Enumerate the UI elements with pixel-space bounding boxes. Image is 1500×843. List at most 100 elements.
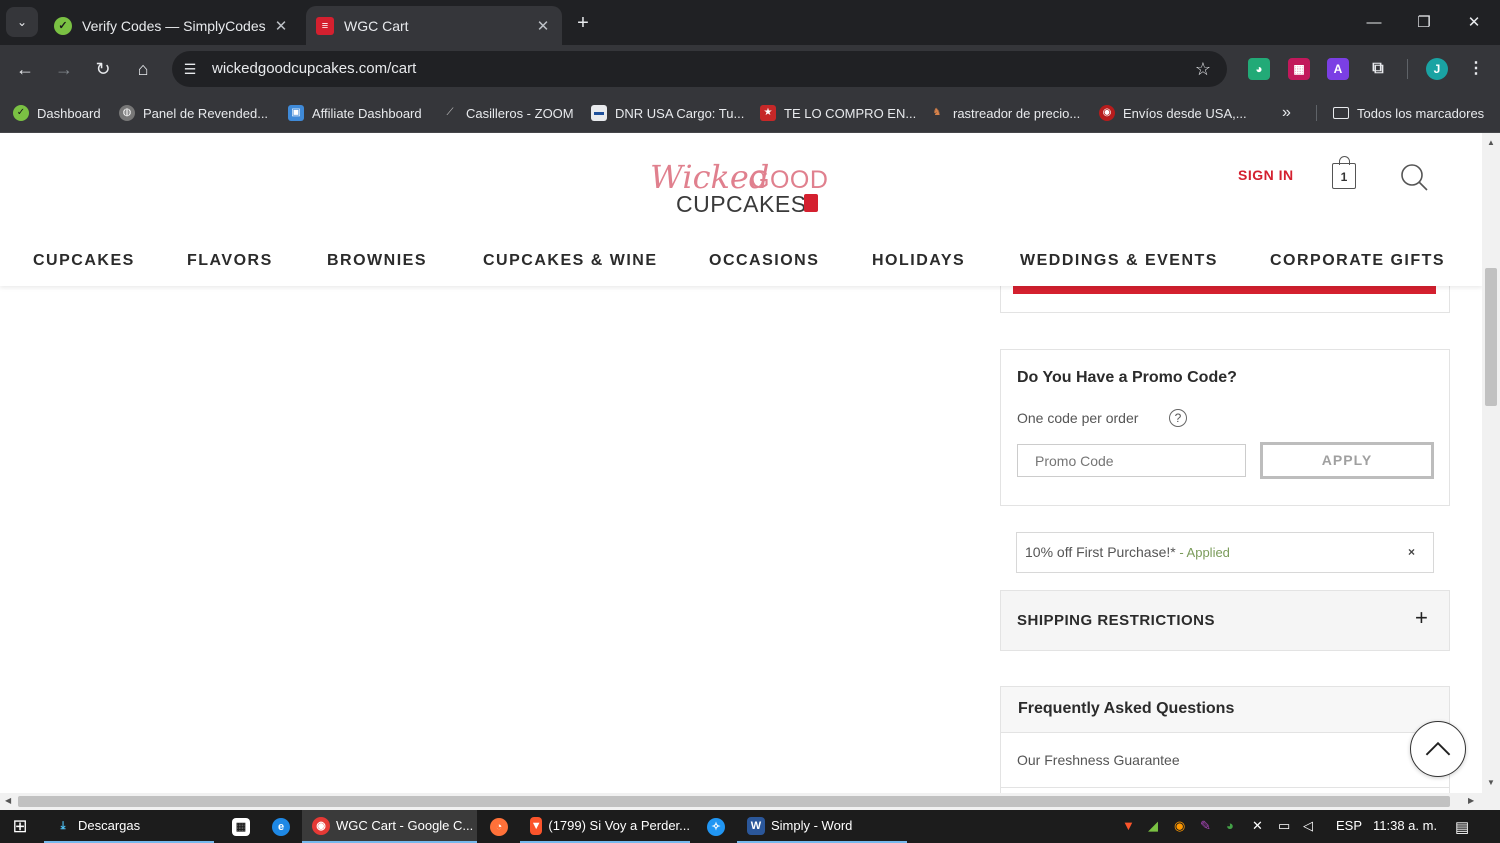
apply-button[interactable]: APPLY xyxy=(1260,442,1434,479)
tray-volume-icon[interactable]: ◁ xyxy=(1303,818,1313,834)
search-icon[interactable] xyxy=(1400,163,1428,191)
taskbar-safari-icon[interactable]: ✧ xyxy=(697,810,733,843)
tray-signal-icon[interactable]: ◢ xyxy=(1148,818,1158,834)
address-bar[interactable]: ☰ wickedgoodcupcakes.com/cart ☆ xyxy=(172,51,1227,87)
nav-occasions[interactable]: OCCASIONS xyxy=(709,252,819,270)
site-info-icon[interactable]: ☰ xyxy=(180,59,200,79)
bookmarks-overflow-icon[interactable]: » xyxy=(1282,101,1291,125)
tray-network-x-icon[interactable]: ✕ xyxy=(1252,818,1263,834)
toolbar-divider xyxy=(1407,59,1408,79)
usa-flag-icon: ★ xyxy=(760,105,776,121)
bookmark-envios-usa[interactable]: ◉ Envíos desde USA,... xyxy=(1099,101,1247,125)
cart-bag-icon[interactable]: 1 xyxy=(1332,156,1356,189)
expand-plus-icon[interactable]: + xyxy=(1415,605,1428,631)
close-window-icon[interactable]: ✕ xyxy=(1451,8,1497,38)
promo-subtitle: One code per order xyxy=(1017,410,1139,426)
simplycodes-favicon-icon: ✓ xyxy=(54,16,72,35)
bookmark-label: TE LO COMPRO EN... xyxy=(784,105,917,121)
taskbar-edge-icon[interactable]: e xyxy=(262,810,298,843)
tray-google-icon[interactable]: ◕ xyxy=(1226,818,1234,833)
scroll-down-icon[interactable]: ▼ xyxy=(1486,778,1496,787)
browser-menu-icon[interactable]: ⋮ xyxy=(1465,58,1487,80)
nav-brownies[interactable]: BROWNIES xyxy=(327,252,427,270)
tray-orange-icon[interactable]: ◉ xyxy=(1174,818,1185,834)
restore-window-icon[interactable]: ❐ xyxy=(1401,8,1447,38)
tray-brave-icon[interactable]: ▼ xyxy=(1122,818,1135,833)
url-text[interactable]: wickedgoodcupcakes.com/cart xyxy=(212,51,416,87)
logo-cupcakes: CUPCAKES xyxy=(676,191,807,217)
sign-in-link[interactable]: SIGN IN xyxy=(1238,167,1294,183)
vertical-scroll-thumb[interactable] xyxy=(1485,268,1497,406)
camel-icon: ♞ xyxy=(932,107,942,118)
bookmark-star-icon[interactable]: ☆ xyxy=(1191,57,1215,81)
tab-search-dropdown-icon[interactable]: ⌄ xyxy=(6,7,38,37)
back-icon[interactable]: ← xyxy=(10,54,40,84)
tray-display-icon[interactable]: ▭ xyxy=(1278,818,1290,834)
folder-icon xyxy=(1333,107,1349,119)
bookmarks-bar: ✓ Dashboard ◍ Panel de Revended... ▣ Aff… xyxy=(0,93,1500,133)
extensions-puzzle-icon[interactable]: ⧉ xyxy=(1367,58,1389,80)
remove-code-icon[interactable]: × xyxy=(1408,545,1415,559)
back-to-top-button[interactable] xyxy=(1410,721,1466,777)
taskbar-word[interactable]: W Simply - Word xyxy=(737,810,907,843)
all-bookmarks-folder[interactable]: Todos los marcadores xyxy=(1333,101,1484,125)
taskbar-label: Simply - Word xyxy=(771,818,853,833)
reload-icon[interactable]: ↻ xyxy=(88,54,118,84)
bookmark-label: Affiliate Dashboard xyxy=(312,105,422,121)
bookmark-te-lo-compro[interactable]: ★ TE LO COMPRO EN... xyxy=(760,101,916,125)
word-icon: W xyxy=(747,816,765,835)
nav-weddings-events[interactable]: WEDDINGS & EVENTS xyxy=(1020,252,1218,270)
faq-item-freshness[interactable]: Our Freshness Guarantee xyxy=(1017,752,1180,768)
tray-feather-icon[interactable]: ✎ xyxy=(1200,818,1211,834)
extension-google-icon[interactable]: ◕ xyxy=(1248,58,1270,80)
nav-corporate-gifts[interactable]: CORPORATE GIFTS xyxy=(1270,252,1445,270)
applied-status: Applied xyxy=(1186,545,1230,560)
bookmark-rastreador[interactable]: ♞ rastreador de precio... xyxy=(929,101,1081,125)
nav-flavors[interactable]: FLAVORS xyxy=(187,252,273,270)
chrome-icon: ◉ xyxy=(312,816,330,835)
tab-wgc-cart[interactable]: ≡ WGC Cart ✕ xyxy=(306,6,562,45)
home-icon[interactable]: ⌂ xyxy=(128,54,158,84)
cart-count: 1 xyxy=(1340,170,1348,184)
bookmark-casilleros-zoom[interactable]: ⟋ Casilleros - ZOOM xyxy=(442,101,574,125)
tray-language[interactable]: ESP xyxy=(1336,818,1362,833)
minimize-window-icon[interactable]: — xyxy=(1351,8,1397,38)
extension-a-icon[interactable]: A xyxy=(1327,58,1349,80)
site-header: Wicked GOOD CUPCAKES SIGN IN 1 CUPCAKES … xyxy=(0,133,1482,286)
nav-cupcakes-wine[interactable]: CUPCAKES & WINE xyxy=(483,252,658,270)
shipping-restrictions-title: SHIPPING RESTRICTIONS xyxy=(1017,612,1216,629)
profile-avatar[interactable]: J xyxy=(1426,58,1448,80)
new-tab-icon[interactable]: + xyxy=(570,10,596,36)
bookmark-dnr-usa-cargo[interactable]: ▬ DNR USA Cargo: Tu... xyxy=(591,101,744,125)
taskbar-firefox-icon[interactable]: ◔ xyxy=(480,810,516,843)
taskbar-downloads[interactable]: ⤓ Descargas xyxy=(44,810,214,843)
windows-start-icon[interactable]: ⊞ xyxy=(0,810,40,843)
notifications-icon[interactable]: ▤ xyxy=(1455,818,1469,836)
scroll-up-icon[interactable]: ▲ xyxy=(1486,138,1496,147)
wicked-good-cupcakes-logo[interactable]: Wicked GOOD CUPCAKES xyxy=(650,158,840,218)
scroll-left-icon[interactable]: ◀ xyxy=(5,796,11,805)
taskbar-chrome-wgc-cart[interactable]: ◉ WGC Cart - Google C... xyxy=(302,810,477,843)
taskbar-store-icon[interactable]: ▦ xyxy=(222,810,258,843)
promo-code-input[interactable] xyxy=(1017,444,1246,477)
help-icon[interactable]: ? xyxy=(1169,409,1187,427)
horizontal-scrollbar[interactable]: ◀ ▶ xyxy=(0,793,1500,810)
close-tab-icon[interactable]: ✕ xyxy=(270,17,292,35)
scroll-right-icon[interactable]: ▶ xyxy=(1468,796,1474,805)
tab-verify-codes[interactable]: ✓ Verify Codes — SimplyCodes ✕ xyxy=(44,6,300,45)
vertical-scrollbar[interactable]: ▲ ▼ xyxy=(1482,133,1500,793)
taskbar-brave-youtube[interactable]: ▼ (1799) Si Voy a Perder... xyxy=(520,810,690,843)
forward-icon[interactable]: → xyxy=(49,54,79,84)
bookmark-affiliate-dashboard[interactable]: ▣ Affiliate Dashboard xyxy=(288,101,422,125)
nav-cupcakes[interactable]: CUPCAKES xyxy=(33,252,135,270)
horizontal-scroll-thumb[interactable] xyxy=(18,796,1450,807)
bookmark-label: Dashboard xyxy=(37,105,101,121)
bookmark-label: rastreador de precio... xyxy=(953,105,1081,121)
bookmark-panel-revendedor[interactable]: ◍ Panel de Revended... xyxy=(119,101,268,125)
nav-holidays[interactable]: HOLIDAYS xyxy=(872,252,965,270)
checkout-button-edge[interactable] xyxy=(1013,286,1436,294)
close-tab-icon[interactable]: ✕ xyxy=(532,17,554,35)
extension-store-icon[interactable]: ▦ xyxy=(1288,58,1310,80)
tray-clock[interactable]: 11:38 a. m. xyxy=(1373,818,1437,833)
bookmark-dashboard[interactable]: ✓ Dashboard xyxy=(13,101,101,125)
